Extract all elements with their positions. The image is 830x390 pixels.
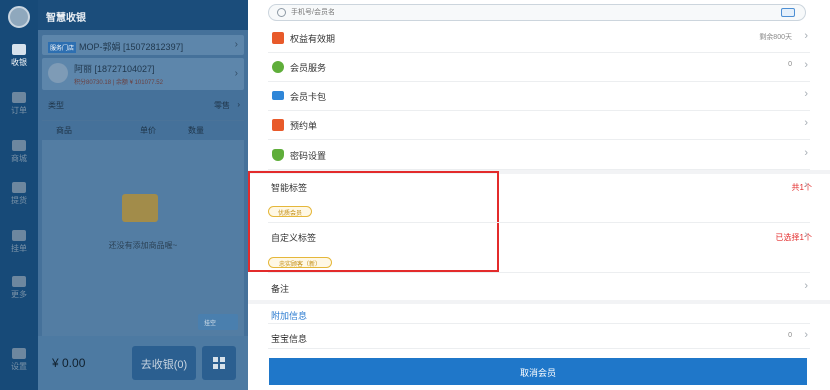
card-wallet-row[interactable]: 会员卡包 › [268, 81, 810, 111]
type-row[interactable]: 类型 零售 › [42, 96, 244, 114]
chevron-right-icon: › [804, 117, 808, 129]
chevron-right-icon: › [804, 229, 808, 241]
chevron-right-icon: › [804, 88, 808, 100]
hold-button[interactable]: 挂空 [198, 314, 238, 330]
column-headers: 商品 单价 数量 [42, 120, 244, 138]
cashier-icon [12, 44, 26, 55]
search-icon [277, 8, 286, 17]
app-title: 智慧收银 [38, 0, 248, 30]
member-service-row[interactable]: 会员服务 0 › [268, 52, 810, 82]
card-wallet-icon [272, 91, 284, 100]
baby-info-row[interactable]: 宝宝信息 0 › [268, 323, 810, 349]
app-logo [8, 6, 30, 28]
custom-tag-pill: 忠实顾客（新） [268, 257, 332, 268]
empty-box-icon [122, 194, 158, 222]
chevron-right-icon: › [234, 68, 238, 79]
grid-icon [213, 357, 218, 362]
search-bar[interactable] [268, 4, 806, 21]
smart-tag-pill: 优质会员 [268, 206, 312, 217]
rail-item-cashier[interactable]: 收银 [0, 44, 38, 68]
rail-item-settings[interactable]: 设置 [0, 348, 38, 372]
orders-icon [12, 92, 26, 103]
avatar [48, 63, 68, 83]
gift-icon [272, 32, 284, 44]
reservation-row[interactable]: 预约单 › [268, 110, 810, 140]
chevron-right-icon: › [237, 100, 240, 109]
empty-text: 还没有添加商品喔~ [108, 241, 178, 250]
store-text: MOP-郭娟 [15072812397] [79, 42, 184, 52]
section-divider [248, 300, 830, 304]
chevron-right-icon: › [804, 179, 808, 191]
rail-item-mall[interactable]: 商城 [0, 140, 38, 164]
total-amount: ¥ 0.00 [52, 356, 86, 370]
extra-info-heading: 附加信息 [271, 311, 308, 321]
cart-empty-area: 还没有添加商品喔~ 挂空 [42, 140, 244, 340]
chevron-right-icon: › [804, 147, 808, 159]
benefit-validity-row[interactable]: 权益有效期 剩余800天 › [268, 23, 810, 53]
pos-panel: 智慧收银 服务门店 MOP-郭娟 [15072812397] › 阿丽 [1872… [38, 0, 248, 390]
chevron-right-icon: › [804, 59, 808, 71]
shield-icon [272, 149, 284, 161]
grid-menu-button[interactable] [202, 346, 236, 380]
search-input[interactable] [291, 6, 731, 19]
rail-item-more[interactable]: 更多 [0, 276, 38, 300]
chevron-right-icon: › [804, 329, 808, 341]
remark-row[interactable]: 备注 › [268, 272, 810, 302]
gear-icon [12, 348, 26, 359]
rail-item-orders[interactable]: 订单 [0, 92, 38, 116]
rail-item-hold[interactable]: 挂单 [0, 230, 38, 254]
store-tag: 服务门店 [48, 42, 77, 53]
store-selector[interactable]: 服务门店 MOP-郭娟 [15072812397] › [42, 35, 244, 55]
left-rail: 收银 订单 商城 提货 挂单 更多 设置 [0, 0, 38, 390]
member-detail-panel: 权益有效期 剩余800天 › 会员服务 0 › 会员卡包 › 预约单 › 密码设… [248, 0, 830, 390]
keyboard-icon[interactable] [781, 8, 795, 17]
checkout-button[interactable]: 去收银(0) [132, 346, 196, 380]
chevron-right-icon: › [234, 39, 238, 50]
chevron-right-icon: › [804, 30, 808, 42]
smart-tags-count: 共1个 [791, 183, 812, 192]
hold-order-icon [12, 230, 26, 241]
rail-item-pickup[interactable]: 提货 [0, 182, 38, 206]
member-sub: 积分80730.18 | 余额 ¥ 101077.52 [74, 80, 163, 86]
truck-icon [12, 182, 26, 193]
member-service-icon [272, 61, 284, 73]
calendar-icon [272, 119, 284, 131]
pos-bottom-bar: ¥ 0.00 去收银(0) [38, 336, 248, 390]
grid-icon [12, 276, 26, 287]
member-card[interactable]: 阿丽 [18727104027] 积分80730.18 | 余额 ¥ 10107… [42, 58, 244, 90]
chevron-right-icon: › [804, 280, 808, 292]
password-settings-row[interactable]: 密码设置 › [268, 140, 810, 170]
member-name: 阿丽 [18727104027] [74, 64, 155, 74]
mall-icon [12, 140, 26, 151]
cancel-member-button[interactable]: 取消会员 [269, 358, 807, 385]
